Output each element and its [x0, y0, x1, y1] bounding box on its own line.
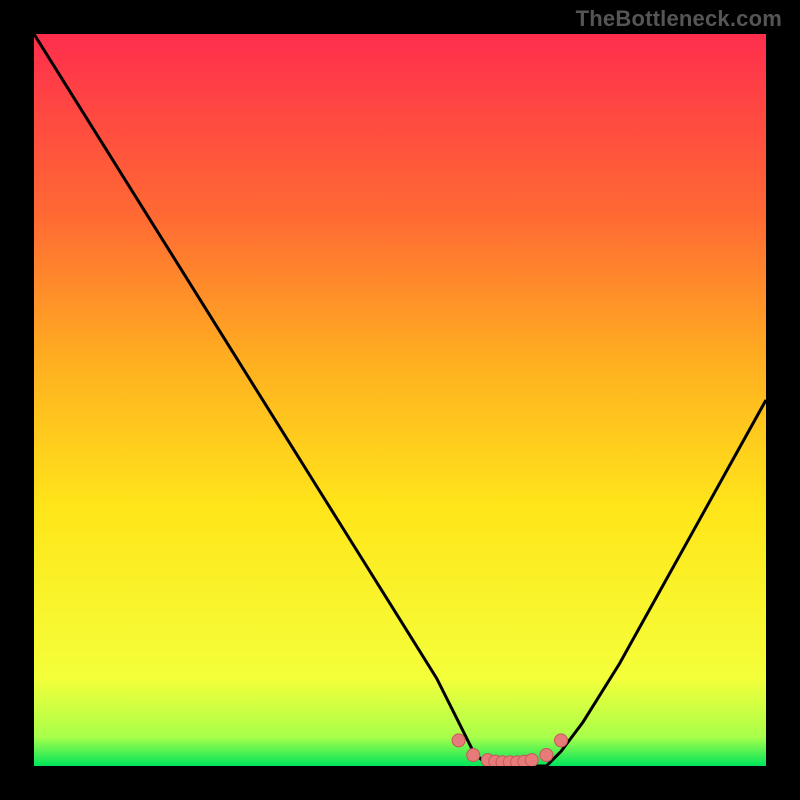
gradient-background — [34, 34, 766, 766]
optimal-marker — [452, 734, 465, 747]
optimal-marker — [467, 749, 480, 762]
plot-area — [34, 34, 766, 766]
optimal-marker — [525, 754, 538, 766]
plot-svg — [34, 34, 766, 766]
optimal-marker — [555, 734, 568, 747]
watermark-text: TheBottleneck.com — [576, 6, 782, 32]
chart-frame: TheBottleneck.com — [0, 0, 800, 800]
optimal-marker — [540, 749, 553, 762]
